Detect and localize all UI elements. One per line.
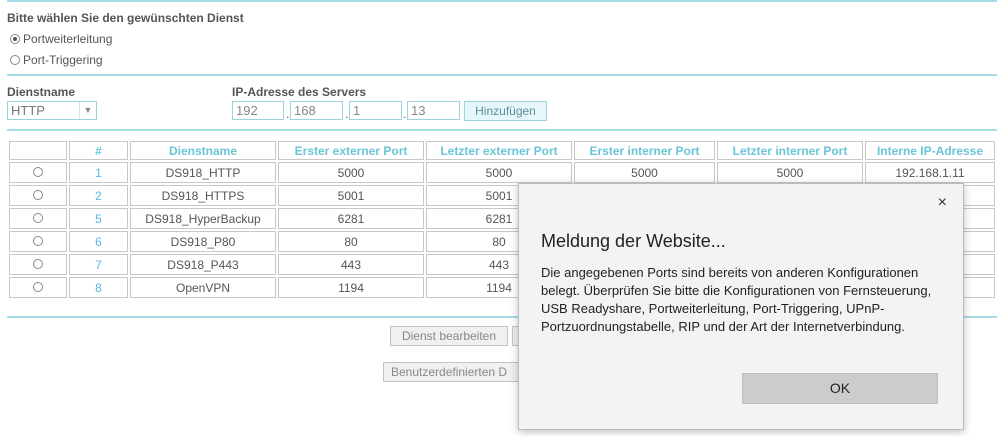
service-name-select[interactable]: HTTP ▼	[7, 101, 97, 120]
row-service-name: DS918_P80	[130, 231, 276, 252]
row-number: 1	[69, 162, 128, 183]
radio-button[interactable]	[33, 235, 43, 246]
row-ext-first: 6281	[278, 208, 424, 229]
radio-label: Port-Triggering	[23, 53, 103, 67]
col-int-first: Erster interner Port	[574, 141, 715, 160]
radio-button[interactable]	[10, 55, 20, 65]
service-name-value: HTTP	[11, 103, 45, 118]
radio-button[interactable]	[33, 166, 43, 177]
row-service-name: DS918_HTTP	[130, 162, 276, 183]
row-ext-first: 5001	[278, 185, 424, 206]
ip-octet-3[interactable]: 1	[349, 101, 402, 120]
row-ext-first: 1194	[278, 277, 424, 298]
close-icon[interactable]: ×	[938, 194, 947, 212]
row-select[interactable]	[9, 162, 67, 183]
row-service-name: DS918_HyperBackup	[130, 208, 276, 229]
row-ext-last: 5000	[426, 162, 572, 183]
row-select[interactable]	[9, 254, 67, 275]
radio-button[interactable]	[33, 212, 43, 223]
radio-button-checked[interactable]	[10, 34, 20, 44]
col-int-last: Letzter interner Port	[717, 141, 863, 160]
custom-service-button[interactable]: Benutzerdefinierten D	[383, 362, 523, 382]
dialog-title: Meldung der Website...	[541, 231, 726, 251]
row-service-name: OpenVPN	[130, 277, 276, 298]
server-ip-label: IP-Adresse des Servers	[232, 85, 367, 99]
row-select[interactable]	[9, 185, 67, 206]
ip-dot: .	[345, 107, 349, 121]
row-ext-first: 80	[278, 231, 424, 252]
table-row[interactable]: 1 DS918_HTTP 5000 5000 5000 5000 192.168…	[9, 162, 995, 183]
row-service-name: DS918_P443	[130, 254, 276, 275]
col-select	[9, 141, 67, 160]
radio-button[interactable]	[33, 281, 43, 292]
radio-port-triggering[interactable]: Port-Triggering	[10, 53, 103, 67]
dialog-message: Die angegebenen Ports sind bereits von a…	[541, 265, 932, 334]
ip-octet-1[interactable]: 192	[232, 101, 284, 120]
row-select[interactable]	[9, 208, 67, 229]
ip-dot: .	[403, 107, 407, 121]
row-ext-first: 443	[278, 254, 424, 275]
service-name-label: Dienstname	[7, 85, 76, 99]
row-int-first: 5000	[574, 162, 715, 183]
website-message-dialog: × Meldung der Website... Die angegebenen…	[518, 183, 964, 430]
row-int-last: 5000	[717, 162, 863, 183]
row-number: 2	[69, 185, 128, 206]
add-button[interactable]: Hinzufügen	[464, 101, 547, 121]
ip-octet-4[interactable]: 13	[407, 101, 460, 120]
edit-service-button[interactable]: Dienst bearbeiten	[390, 326, 508, 346]
chevron-down-icon[interactable]: ▼	[79, 102, 96, 119]
col-service-name: Dienstname	[130, 141, 276, 160]
col-ext-last: Letzter externer Port	[426, 141, 572, 160]
top-divider	[7, 0, 997, 2]
ip-octet-2[interactable]: 168	[290, 101, 343, 120]
service-select-title: Bitte wählen Sie den gewünschten Dienst	[7, 11, 244, 25]
ok-button[interactable]: OK	[742, 373, 938, 404]
row-service-name: DS918_HTTPS	[130, 185, 276, 206]
row-number: 8	[69, 277, 128, 298]
radio-portweiterleitung[interactable]: Portweiterleitung	[10, 32, 112, 46]
row-number: 5	[69, 208, 128, 229]
row-ext-first: 5000	[278, 162, 424, 183]
row-number: 7	[69, 254, 128, 275]
col-number: #	[69, 141, 128, 160]
ip-dot: .	[286, 107, 290, 121]
radio-label: Portweiterleitung	[23, 32, 113, 46]
divider	[7, 129, 997, 131]
radio-button[interactable]	[33, 258, 43, 269]
row-number: 6	[69, 231, 128, 252]
col-ext-first: Erster externer Port	[278, 141, 424, 160]
radio-button[interactable]	[33, 189, 43, 200]
col-internal-ip: Interne IP-Adresse	[865, 141, 995, 160]
row-select[interactable]	[9, 231, 67, 252]
divider	[7, 74, 997, 76]
row-ip: 192.168.1.11	[865, 162, 995, 183]
row-select[interactable]	[9, 277, 67, 298]
table-header-row: # Dienstname Erster externer Port Letzte…	[9, 141, 995, 160]
